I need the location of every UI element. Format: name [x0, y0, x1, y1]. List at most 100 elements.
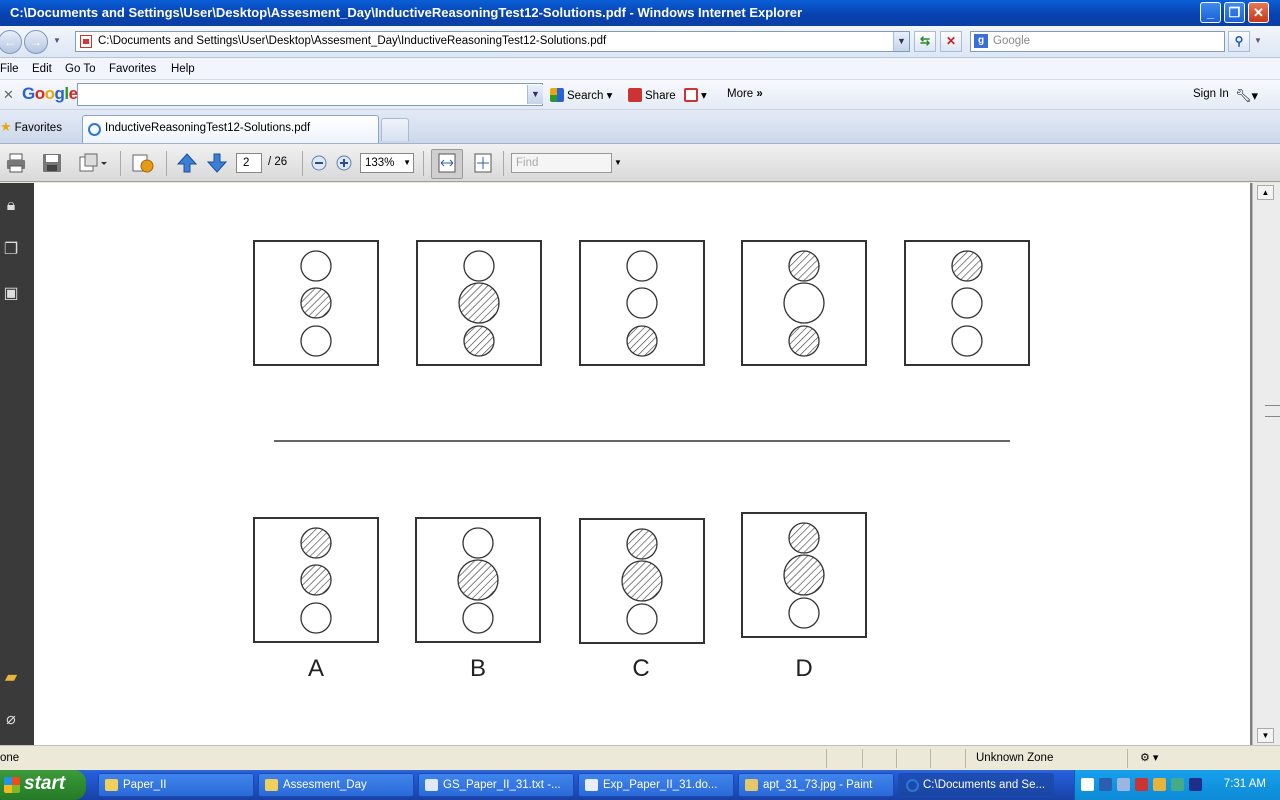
tray-app-icon[interactable]	[1153, 778, 1166, 791]
search-options-icon[interactable]: ▼	[1254, 36, 1262, 45]
menu-favorites[interactable]: Favorites	[109, 63, 156, 75]
history-dropdown-icon[interactable]: ▼	[53, 36, 61, 45]
taskbar-item-word[interactable]: Exp_Paper_II_31.do...	[578, 773, 734, 797]
share-button[interactable]: Share	[628, 88, 676, 102]
address-dropdown-button[interactable]: ▼	[893, 32, 909, 51]
menu-edit[interactable]: Edit	[32, 63, 52, 75]
close-button[interactable]: ✕	[1248, 2, 1269, 23]
save-icon[interactable]	[41, 152, 63, 174]
find-input[interactable]: Find	[511, 153, 612, 173]
google-search-button[interactable]: Search ▾	[550, 88, 612, 102]
scroll-up-button[interactable]: ▲	[1257, 185, 1274, 200]
question-figure-5	[904, 240, 1030, 366]
toolbar-separator	[120, 151, 121, 176]
blogger-button[interactable]: ▾	[684, 88, 707, 102]
binoculars-icon[interactable]: ▣	[0, 283, 22, 305]
fit-page-icon[interactable]	[472, 152, 494, 174]
collaborate-icon[interactable]	[130, 152, 156, 174]
google-search-dropdown[interactable]: ▼	[527, 85, 543, 104]
taskbar: start Paper_II Assesment_Day GS_Paper_II…	[0, 770, 1280, 800]
pdf-document-viewport[interactable]: A B C D	[34, 183, 1252, 745]
ie-icon	[906, 779, 919, 792]
print-icon[interactable]	[5, 152, 27, 174]
option-label-a: A	[307, 655, 324, 682]
sign-in-link[interactable]: Sign In	[1193, 88, 1229, 100]
hatched-circle	[783, 554, 825, 596]
share-label: Share	[645, 90, 676, 102]
start-label: start	[24, 773, 66, 794]
stop-button[interactable]: ✕	[940, 31, 962, 52]
zoom-in-icon[interactable]	[333, 152, 355, 174]
close-toolbar-icon[interactable]: ✕	[3, 87, 14, 103]
attachment-icon[interactable]: ⌀	[0, 709, 22, 731]
status-divider	[965, 749, 966, 768]
restore-button[interactable]: ❐	[1224, 2, 1245, 23]
vertical-scrollbar[interactable]: ▲ ▼	[1252, 183, 1280, 745]
security-icon[interactable]	[1135, 778, 1148, 791]
hatched-circle	[457, 559, 499, 601]
google-toolbar: ✕ Google ▼ Search ▾ Share ▾ More » Sign …	[0, 80, 1280, 110]
taskbar-item-assesment-day[interactable]: Assesment_Day	[258, 773, 414, 797]
menu-help[interactable]: Help	[171, 63, 195, 75]
zoom-level: 133%	[365, 157, 395, 169]
network-icon[interactable]	[1117, 778, 1130, 791]
page-number-input[interactable]: 2	[236, 153, 262, 173]
windows-flag-icon	[4, 777, 20, 793]
tray-app-icon[interactable]	[1171, 778, 1184, 791]
start-button[interactable]: start	[0, 770, 86, 800]
find-options-icon[interactable]: ▼	[614, 158, 622, 167]
search-go-button[interactable]: ⚲	[1228, 31, 1250, 52]
menu-go-to[interactable]: Go To	[65, 63, 95, 75]
plain-circle	[783, 282, 825, 324]
hatched-circle	[300, 287, 332, 319]
web-search-input[interactable]: g Google	[970, 31, 1225, 52]
taskbar-label: apt_31_73.jpg - Paint	[763, 779, 873, 791]
tab-active-pdf[interactable]: InductiveReasoningTest12-Solutions.pdf	[82, 115, 379, 143]
taskbar-label: GS_Paper_II_31.txt -...	[443, 779, 561, 791]
zoom-level-input[interactable]: 133% ▼	[360, 153, 414, 173]
more-label: More	[727, 88, 754, 100]
star-icon: ★	[0, 119, 12, 134]
favorites-button[interactable]: ★ Favorites	[0, 119, 62, 135]
tray-app-icon[interactable]	[1189, 778, 1202, 791]
tray-back-icon[interactable]	[1099, 778, 1112, 791]
window-title: C:\Documents and Settings\User\Desktop\A…	[10, 5, 803, 20]
previous-page-icon[interactable]	[176, 152, 198, 174]
next-page-icon[interactable]	[206, 152, 228, 174]
new-tab-button[interactable]	[381, 118, 409, 141]
lock-icon[interactable]: 🔒︎	[0, 197, 22, 219]
more-button[interactable]: More »	[727, 88, 763, 100]
plain-circle	[626, 603, 658, 635]
taskbar-item-notepad[interactable]: GS_Paper_II_31.txt -...	[418, 773, 574, 797]
taskbar-label: Exp_Paper_II_31.do...	[603, 779, 718, 791]
taskbar-item-paper-ii[interactable]: Paper_II	[98, 773, 254, 797]
search-label: Search	[567, 90, 604, 102]
favorites-label: Favorites	[14, 122, 62, 134]
google-search-input[interactable]	[77, 83, 543, 106]
taskbar-label: C:\Documents and Se...	[923, 779, 1046, 791]
taskbar-item-internet-explorer[interactable]: C:\Documents and Se...	[898, 773, 1054, 797]
notepad-icon	[425, 779, 438, 791]
pages-icon[interactable]: ❐	[0, 239, 22, 261]
zoom-out-icon[interactable]	[308, 152, 330, 174]
security-zone: Unknown Zone	[976, 752, 1054, 764]
menu-file[interactable]: File	[0, 63, 19, 75]
comments-icon[interactable]: ▰	[0, 667, 22, 689]
scroll-down-button[interactable]: ▼	[1257, 728, 1274, 743]
taskbar-item-paint[interactable]: apt_31_73.jpg - Paint	[738, 773, 894, 797]
refresh-button[interactable]: ⇆	[914, 31, 936, 52]
fit-width-icon[interactable]	[436, 152, 458, 174]
help-icon[interactable]	[1081, 778, 1094, 791]
forward-button[interactable]: →	[24, 30, 48, 54]
google-search-provider-icon: g	[974, 34, 988, 48]
status-divider	[896, 749, 897, 768]
search-icon	[550, 88, 564, 102]
back-button[interactable]: ←	[0, 30, 22, 54]
document-tools-icon[interactable]	[78, 152, 108, 174]
minimize-button[interactable]: _	[1200, 2, 1221, 23]
zoom-globe-icon[interactable]: ⚙︎ ▾	[1140, 751, 1158, 764]
scroll-thumb[interactable]	[1265, 405, 1280, 417]
address-input[interactable]: C:\Documents and Settings\User\Desktop\A…	[75, 31, 910, 52]
answer-option-a	[253, 517, 379, 643]
wrench-settings-icon[interactable]: 🔧︎▾	[1235, 88, 1258, 104]
